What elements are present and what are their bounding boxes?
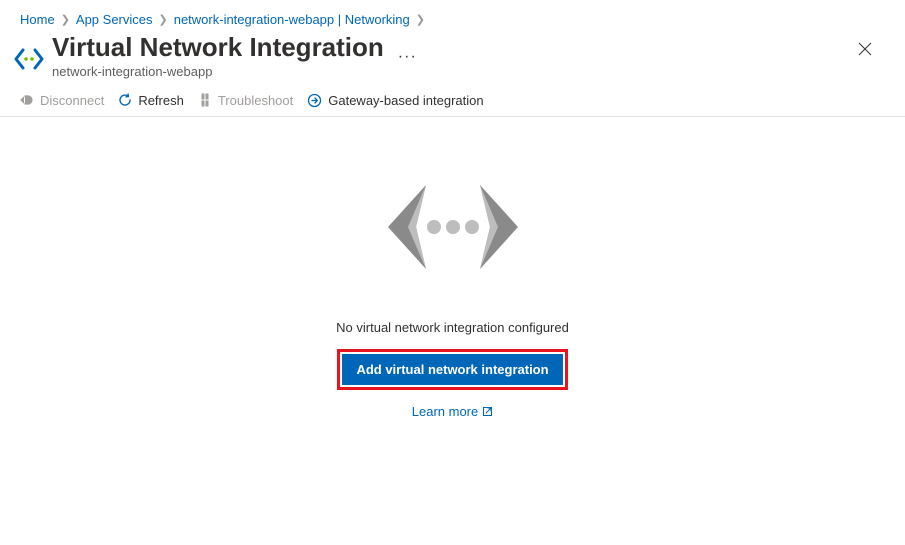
chevron-right-icon: ❯ [61, 13, 70, 26]
vnet-integration-icon [12, 42, 46, 76]
empty-state: No virtual network integration configure… [0, 117, 905, 419]
gateway-integration-button[interactable]: Gateway-based integration [307, 93, 483, 108]
troubleshoot-icon [198, 93, 212, 107]
troubleshoot-button: Troubleshoot [198, 93, 293, 108]
refresh-icon [118, 93, 132, 107]
highlight-frame: Add virtual network integration [337, 349, 567, 390]
breadcrumb-networking[interactable]: network-integration-webapp | Networking [174, 12, 410, 27]
disconnect-icon [20, 93, 34, 107]
add-vnet-integration-button[interactable]: Add virtual network integration [342, 354, 562, 385]
empty-state-illustration-icon [368, 167, 538, 290]
chevron-right-icon: ❯ [159, 13, 168, 26]
toolbar: Disconnect Refresh Troubleshoot Gateway-… [0, 79, 905, 117]
learn-more-label: Learn more [412, 404, 478, 419]
breadcrumb: Home ❯ App Services ❯ network-integratio… [0, 0, 905, 31]
arrow-right-circle-icon [307, 93, 322, 108]
learn-more-link[interactable]: Learn more [412, 404, 493, 419]
page-title: Virtual Network Integration [52, 33, 384, 62]
refresh-label: Refresh [138, 93, 184, 108]
empty-state-message: No virtual network integration configure… [336, 320, 569, 335]
breadcrumb-home[interactable]: Home [20, 12, 55, 27]
page-subtitle: network-integration-webapp [52, 64, 384, 79]
troubleshoot-label: Troubleshoot [218, 93, 293, 108]
page-header: Virtual Network Integration network-inte… [0, 31, 905, 79]
more-actions-button[interactable]: ··· [398, 48, 417, 66]
gateway-integration-label: Gateway-based integration [328, 93, 483, 108]
close-button[interactable] [853, 37, 877, 61]
external-link-icon [482, 406, 493, 417]
disconnect-label: Disconnect [40, 93, 104, 108]
refresh-button[interactable]: Refresh [118, 93, 184, 108]
chevron-right-icon: ❯ [416, 13, 425, 26]
close-icon [858, 42, 872, 56]
breadcrumb-appservices[interactable]: App Services [76, 12, 153, 27]
disconnect-button: Disconnect [20, 93, 104, 108]
